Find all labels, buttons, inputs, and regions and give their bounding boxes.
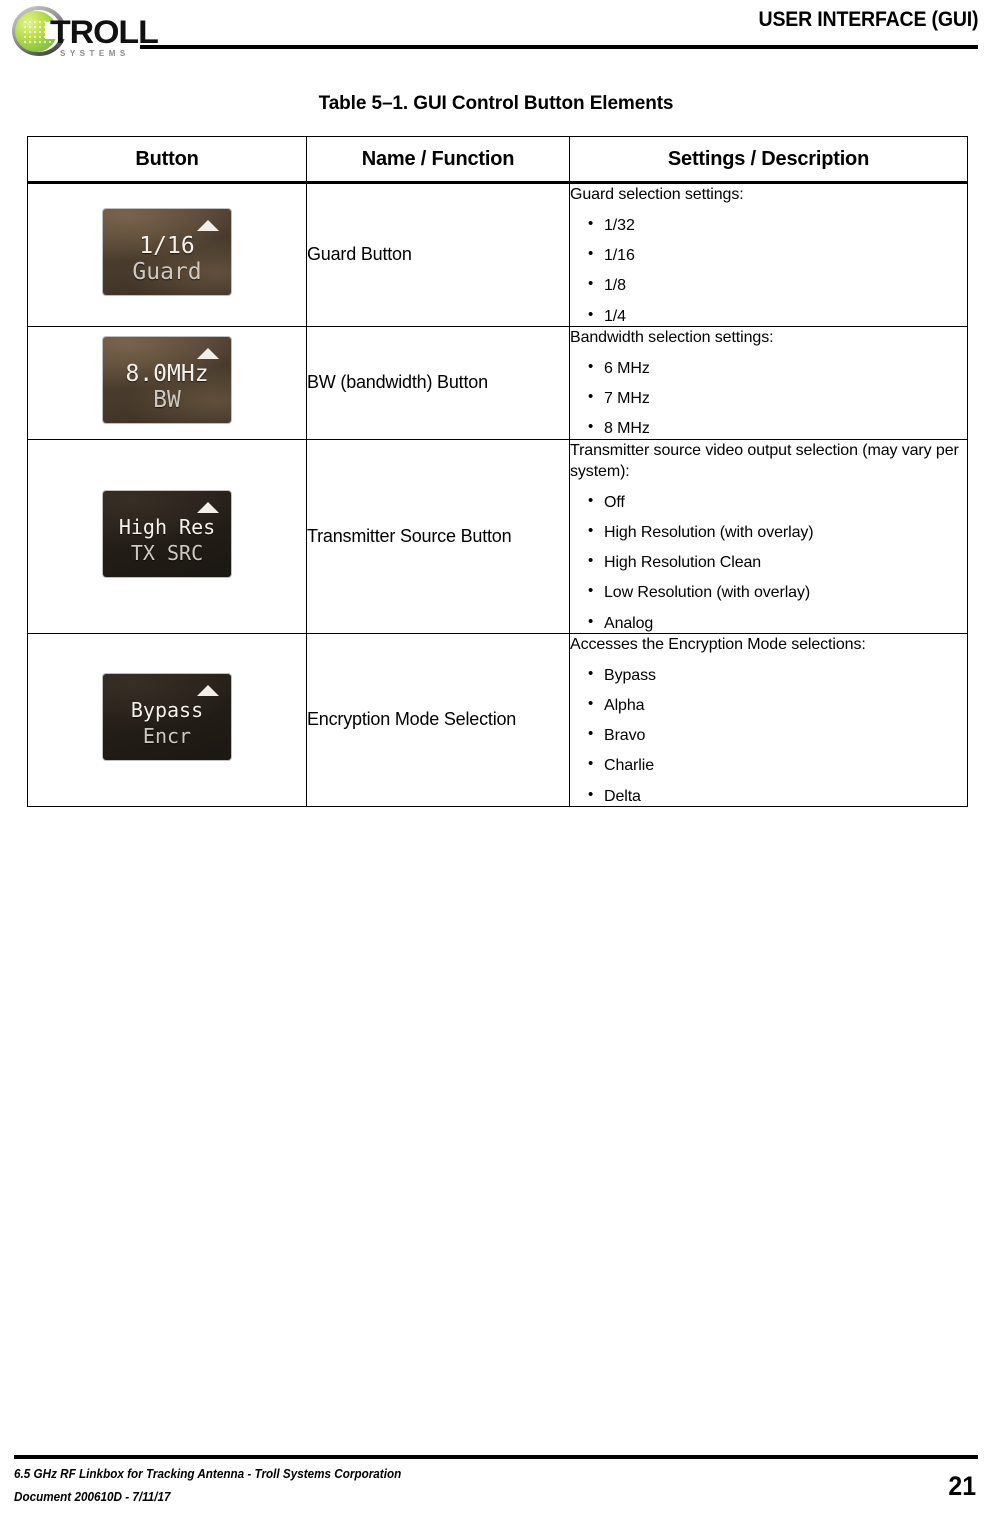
up-triangle-icon xyxy=(197,348,219,360)
table-row: High Res TX SRC Transmitter Source Butto… xyxy=(27,438,968,634)
troll-systems-logo: TROLL SYSTEMS xyxy=(12,6,159,64)
list-item: High Resolution (with overlay) xyxy=(570,522,967,542)
footer-document-line: Document 200610D - 7/11/17 xyxy=(14,1489,171,1504)
button-image-cell: 8.0MHz BW xyxy=(27,325,307,440)
header-chapter-title: USER INTERFACE (GUI) xyxy=(758,8,978,31)
table-row: 8.0MHz BW BW (bandwidth) Button Bandwidt… xyxy=(27,325,968,440)
list-item: Charlie xyxy=(570,755,967,775)
list-item: Low Resolution (with overlay) xyxy=(570,582,967,602)
list-item: 6 MHz xyxy=(570,358,967,378)
column-header-settings: Settings / Description xyxy=(569,136,968,184)
list-item: Bravo xyxy=(570,725,967,745)
transmitter-source-button-value: High Res xyxy=(118,514,216,539)
settings-intro: Guard selection settings: xyxy=(570,186,744,203)
table-row: 1/16 Guard Guard Button Guard selection … xyxy=(27,182,968,327)
transmitter-source-gui-button[interactable]: High Res TX SRC xyxy=(103,490,231,577)
list-item: 1/16 xyxy=(570,245,967,265)
button-settings-cell: Guard selection settings: 1/32 1/16 1/8 … xyxy=(569,182,968,327)
page-header: TROLL SYSTEMS USER INTERFACE (GUI) xyxy=(0,0,992,72)
button-settings-cell: Bandwidth selection settings: 6 MHz 7 MH… xyxy=(569,325,968,440)
settings-list: 6 MHz 7 MHz 8 MHz xyxy=(570,358,967,439)
bandwidth-button-value: 8.0MHz xyxy=(125,361,209,388)
list-item: Bypass xyxy=(570,665,967,685)
logo-tagline: SYSTEMS xyxy=(60,49,130,58)
column-header-button: Button xyxy=(27,136,307,184)
footer-divider xyxy=(14,1455,978,1459)
gui-control-button-table: Button Name / Function Settings / Descri… xyxy=(27,136,968,807)
table-caption: Table 5–1. GUI Control Button Elements xyxy=(318,93,674,114)
up-triangle-icon xyxy=(197,501,219,513)
page-number: 21 xyxy=(948,1471,976,1501)
button-settings-cell: Transmitter source video output selectio… xyxy=(569,438,968,634)
settings-list: Bypass Alpha Bravo Charlie Delta xyxy=(570,665,967,806)
button-name-cell: BW (bandwidth) Button xyxy=(306,325,570,440)
list-item: Delta xyxy=(570,786,967,806)
button-settings-cell: Accesses the Encryption Mode selections:… xyxy=(569,632,968,807)
transmitter-source-button-label: TX SRC xyxy=(130,540,204,565)
list-item: 1/32 xyxy=(570,215,967,235)
list-item: 7 MHz xyxy=(570,388,967,408)
footer-product-line: 6.5 GHz RF Linkbox for Tracking Antenna … xyxy=(14,1466,402,1481)
list-item: 1/4 xyxy=(570,306,967,326)
guard-button-value: 1/16 xyxy=(139,233,195,260)
settings-intro: Transmitter source video output selectio… xyxy=(570,441,959,480)
up-triangle-icon xyxy=(197,220,219,232)
table-header-row: Button Name / Function Settings / Descri… xyxy=(27,136,968,184)
table-row: Bypass Encr Encryption Mode Selection Ac… xyxy=(27,632,968,807)
guard-gui-button[interactable]: 1/16 Guard xyxy=(103,209,231,296)
list-item: Analog xyxy=(570,612,967,633)
list-item: Alpha xyxy=(570,695,967,715)
button-image-cell: 1/16 Guard xyxy=(27,182,307,327)
bandwidth-button-label: BW xyxy=(153,387,181,414)
guard-button-label: Guard xyxy=(132,259,202,286)
settings-list: Off High Resolution (with overlay) High … xyxy=(570,492,967,633)
up-triangle-icon xyxy=(197,685,219,697)
list-item: Off xyxy=(570,492,967,512)
column-header-name: Name / Function xyxy=(306,136,570,184)
list-item: 1/8 xyxy=(570,275,967,295)
bandwidth-gui-button[interactable]: 8.0MHz BW xyxy=(103,337,231,424)
encryption-button-value: Bypass xyxy=(130,698,204,723)
encryption-button-label: Encr xyxy=(142,724,192,749)
settings-intro: Bandwidth selection settings: xyxy=(570,328,774,346)
button-name-cell: Transmitter Source Button xyxy=(306,438,570,634)
button-name-cell: Encryption Mode Selection xyxy=(306,632,570,807)
header-divider xyxy=(140,45,978,49)
settings-list: 1/32 1/16 1/8 1/4 xyxy=(570,215,967,326)
button-image-cell: Bypass Encr xyxy=(27,632,307,807)
settings-intro: Accesses the Encryption Mode selections: xyxy=(570,635,866,653)
button-image-cell: High Res TX SRC xyxy=(27,438,307,634)
list-item: 8 MHz xyxy=(570,418,967,438)
button-name-cell: Guard Button xyxy=(306,182,570,327)
encryption-mode-gui-button[interactable]: Bypass Encr xyxy=(103,674,231,761)
list-item: High Resolution Clean xyxy=(570,552,967,572)
